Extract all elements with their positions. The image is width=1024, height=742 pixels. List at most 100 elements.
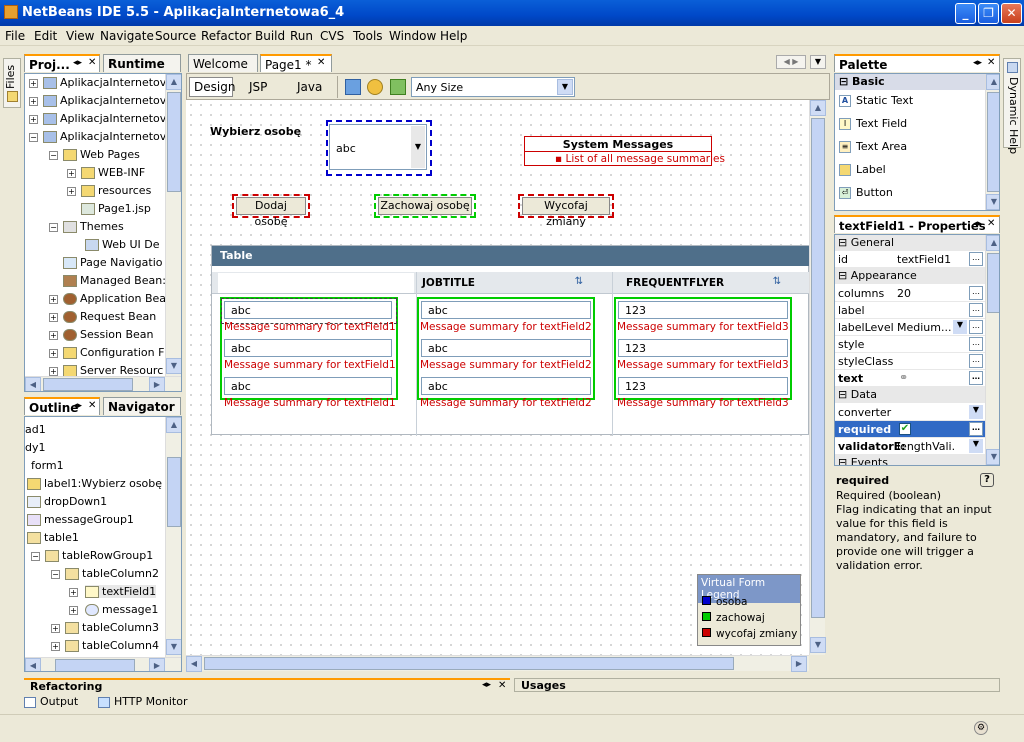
design-tab[interactable]: Design (189, 77, 235, 97)
tree-item-request-bean[interactable]: Request Bean (63, 310, 156, 323)
tree-item-themes[interactable]: Themes (63, 220, 124, 233)
tab-menu-icon[interactable]: ◂▸ (973, 219, 982, 229)
prop-row-styleclass[interactable]: styleClass… (835, 353, 985, 370)
outline-item-tablerowgroup1[interactable]: tableRowGroup1 (45, 549, 153, 562)
expand-toggle[interactable]: + (51, 624, 60, 633)
close-icon[interactable]: ✕ (498, 680, 506, 691)
palette-vscrollbar[interactable]: ▲ ▼ (985, 74, 999, 210)
design-vscrollbar[interactable]: ▲ ▼ (809, 100, 826, 655)
expand-toggle[interactable]: + (67, 169, 76, 178)
prop-row-id[interactable]: id textField1… (835, 251, 985, 268)
palette-item-button[interactable]: ⏎ Button (839, 186, 893, 199)
prop-category-events[interactable]: ⊟ Events (835, 455, 985, 465)
collapse-toggle[interactable]: − (49, 223, 58, 232)
prop-row-validator[interactable]: validatorE:lengthVali... ▼ (835, 438, 985, 455)
outline-item-messagegroup1[interactable]: messageGroup1 (27, 513, 134, 526)
chevron-down-icon[interactable]: ▼ (969, 439, 983, 453)
preview-icon[interactable] (345, 79, 361, 95)
menu-navigate[interactable]: Navigate (100, 29, 154, 43)
outline-item-tablecolumn4[interactable]: tableColumn4 (65, 639, 159, 652)
system-messages-box[interactable]: System Messages ▪ List of all message su… (524, 136, 725, 166)
prop-category-data[interactable]: ⊟ Data (835, 387, 985, 403)
java-tab[interactable]: Java (297, 80, 322, 94)
scroll-left-icon[interactable]: ◀ (186, 656, 202, 672)
scroll-thumb[interactable] (167, 92, 181, 192)
scroll-left-icon[interactable]: ◀ (25, 377, 41, 391)
tab-outline[interactable]: Outline ◂▸ ✕ (24, 397, 100, 415)
textfield1-row1[interactable]: abc (224, 301, 392, 319)
textfield1-row3[interactable]: abc (224, 377, 392, 395)
scroll-up-icon[interactable]: ▲ (810, 100, 826, 116)
outline-item-tablecolumn3[interactable]: tableColumn3 (65, 621, 159, 634)
frequentflyer-header[interactable]: FREQUENTFLYER (626, 277, 724, 289)
files-side-tab[interactable]: Files (3, 58, 21, 108)
scroll-left-icon[interactable]: ◀ (25, 658, 41, 671)
chevron-down-icon[interactable]: ▼ (557, 79, 573, 95)
expand-toggle[interactable]: + (29, 79, 38, 88)
tree-item-page-navigation[interactable]: Page Navigatio (63, 256, 162, 269)
tab-menu-icon[interactable]: ◂▸ (73, 58, 82, 68)
palette-item-static-text[interactable]: A Static Text (839, 94, 913, 107)
tree-item-page1-jsp[interactable]: Page1.jsp (81, 202, 151, 215)
tree-item-project[interactable]: AplikacjaInternetov (43, 94, 166, 107)
help-icon[interactable]: ? (980, 473, 994, 487)
expand-toggle[interactable]: + (49, 331, 58, 340)
tab-page1[interactable]: Page1 * ✕ (260, 54, 332, 72)
menu-view[interactable]: View (66, 29, 94, 43)
tab-projects[interactable]: Proj... ◂▸ ✕ (24, 54, 100, 72)
textfield3-row2[interactable]: 123 (618, 339, 788, 357)
scroll-thumb[interactable] (43, 378, 133, 391)
expand-toggle[interactable]: + (49, 313, 58, 322)
textfield3-row3[interactable]: 123 (618, 377, 788, 395)
textfield2-row2[interactable]: abc (421, 339, 591, 357)
tree-item-project[interactable]: AplikacjaInternetov (43, 112, 166, 125)
tree-item-managed-beans[interactable]: Managed Bean: (63, 274, 166, 287)
scroll-thumb[interactable] (811, 118, 825, 618)
outline-item[interactable]: form1 (31, 459, 64, 472)
jsp-tab[interactable]: JSP (249, 80, 267, 94)
table-header-col1[interactable] (218, 273, 414, 293)
tree-item-session-bean[interactable]: Session Bean (63, 328, 154, 341)
outline-item-message1[interactable]: message1 (85, 603, 158, 616)
chevron-down-icon[interactable]: ▼ (953, 320, 967, 334)
maximize-button[interactable]: ❐ (978, 3, 999, 24)
chevron-down-icon[interactable]: ▼ (411, 126, 425, 168)
scroll-thumb[interactable] (55, 659, 135, 671)
required-checkbox[interactable]: ✔ (899, 423, 911, 435)
choose-person-label[interactable]: Wybierz osobę (210, 125, 301, 138)
outline-item-textfield1[interactable]: textField1 (85, 585, 157, 598)
tab-menu-icon[interactable]: ◂▸ (973, 58, 982, 68)
tree-item-web-inf[interactable]: WEB-INF (81, 166, 145, 179)
expand-toggle[interactable]: + (49, 367, 58, 376)
tree-item-project[interactable]: AplikacjaInternetov (43, 76, 166, 89)
dynamic-help-side-tab[interactable]: Dynamic Help (1003, 58, 1021, 154)
person-dropdown[interactable]: abc ▼ (329, 124, 427, 170)
add-person-button[interactable]: Dodaj osobę (236, 197, 306, 228)
palette-item-text-field[interactable]: I Text Field (839, 117, 907, 130)
outline-item-dropdown1[interactable]: dropDown1 (27, 495, 107, 508)
prop-row-required[interactable]: required ✔… (835, 421, 985, 438)
expand-toggle[interactable]: + (67, 187, 76, 196)
minimize-button[interactable]: _ (955, 3, 976, 24)
expand-toggle[interactable]: + (49, 349, 58, 358)
ellipsis-button[interactable]: … (969, 252, 983, 266)
collapse-toggle[interactable]: − (31, 552, 40, 561)
collapse-toggle[interactable]: − (51, 570, 60, 579)
scroll-down-icon[interactable]: ▼ (166, 358, 181, 374)
ellipsis-button[interactable]: … (969, 371, 983, 385)
outline-item-table1[interactable]: table1 (27, 531, 79, 544)
collapse-toggle[interactable]: − (49, 151, 58, 160)
close-icon[interactable]: ✕ (317, 57, 325, 68)
expand-toggle[interactable]: + (49, 295, 58, 304)
scroll-thumb[interactable] (167, 457, 181, 527)
expand-toggle[interactable]: + (69, 588, 78, 597)
tree-item-web-pages[interactable]: Web Pages (63, 148, 140, 161)
http-monitor-tab[interactable]: HTTP Monitor (98, 695, 198, 711)
scroll-down-icon[interactable]: ▼ (810, 637, 826, 653)
scroll-up-icon[interactable]: ▲ (986, 235, 999, 251)
scroll-down-icon[interactable]: ▼ (166, 639, 181, 655)
scroll-down-icon[interactable]: ▼ (986, 194, 999, 210)
menu-build[interactable]: Build (255, 29, 285, 43)
expand-toggle[interactable]: + (29, 115, 38, 124)
close-icon[interactable]: ✕ (88, 57, 96, 68)
